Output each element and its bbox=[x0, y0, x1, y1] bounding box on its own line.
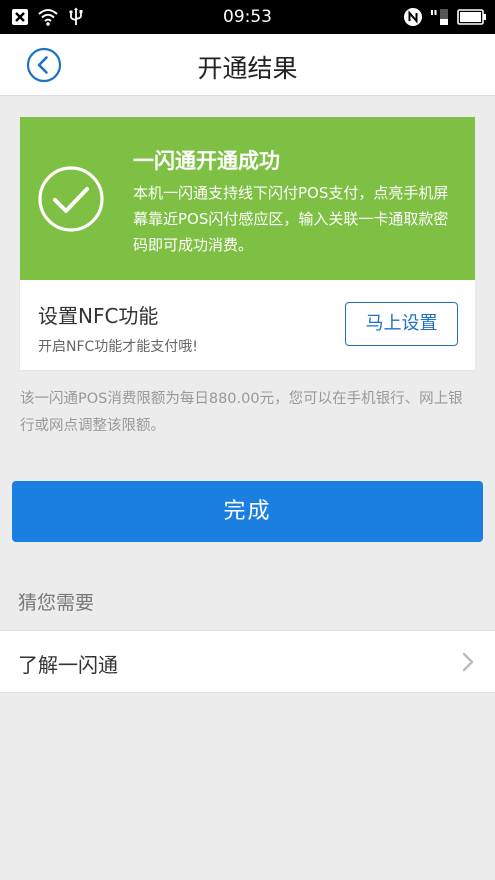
chevron-right-icon bbox=[462, 652, 474, 672]
header: 开通结果 bbox=[0, 34, 495, 96]
nfc-subtitle: 开启NFC功能才能支付哦! bbox=[38, 339, 198, 355]
success-description: 本机一闪通支持线下闪付POS支付，点亮手机屏幕靠近POS闪付感应区，输入关联一卡… bbox=[133, 184, 449, 254]
nfc-setting-row: 设置NFC功能 开启NFC功能才能支付哦! 马上设置 bbox=[20, 280, 475, 370]
nfc-icon bbox=[404, 8, 422, 26]
battery-icon bbox=[457, 9, 486, 25]
list-item-label: 了解一闪通 bbox=[18, 653, 118, 677]
list-item-learn-more[interactable]: 了解一闪通 bbox=[0, 630, 495, 693]
success-banner: 一闪通开通成功 本机一闪通支持线下闪付POS支付，点亮手机屏幕靠近POS闪付感应… bbox=[20, 117, 475, 280]
guess-section-label: 猜您需要 bbox=[18, 592, 95, 614]
done-button[interactable]: 完成 bbox=[12, 481, 483, 542]
limit-note: 该一闪通POS消费限额为每日880.00元，您可以在手机银行、网上银行或网点调整… bbox=[20, 391, 463, 434]
status-bar: 09:53 bbox=[0, 0, 495, 34]
page-title: 开通结果 bbox=[197, 54, 298, 83]
success-title: 一闪通开通成功 bbox=[133, 149, 280, 173]
set-nfc-button[interactable]: 马上设置 bbox=[345, 302, 458, 346]
nfc-title: 设置NFC功能 bbox=[38, 304, 159, 328]
signal-icon bbox=[431, 9, 448, 25]
result-card: 一闪通开通成功 本机一闪通支持线下闪付POS支付，点亮手机屏幕靠近POS闪付感应… bbox=[20, 117, 475, 370]
status-right-icons bbox=[403, 7, 487, 27]
check-circle-icon bbox=[38, 166, 104, 232]
